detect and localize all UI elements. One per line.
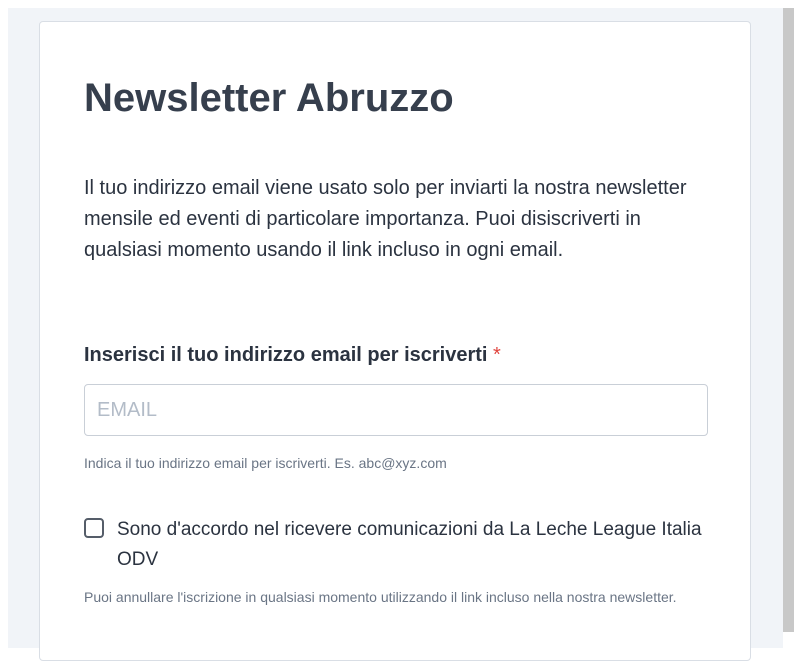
email-field-label-text: Inserisci il tuo indirizzo email per isc… xyxy=(84,344,488,366)
consent-label[interactable]: Sono d'accordo nel ricevere comunicazion… xyxy=(117,515,707,575)
email-field-label: Inserisci il tuo indirizzo email per isc… xyxy=(84,341,501,369)
consent-hint: Puoi annullare l'iscrizione in qualsiasi… xyxy=(84,589,677,605)
form-title: Newsletter Abruzzo xyxy=(84,76,454,120)
form-description: Il tuo indirizzo email viene usato solo … xyxy=(84,177,687,261)
email-input[interactable] xyxy=(84,384,708,436)
email-hint: Indica il tuo indirizzo email per iscriv… xyxy=(84,455,447,471)
required-marker: * xyxy=(493,344,501,366)
scrollbar[interactable] xyxy=(783,8,794,632)
consent-checkbox[interactable] xyxy=(84,518,104,538)
